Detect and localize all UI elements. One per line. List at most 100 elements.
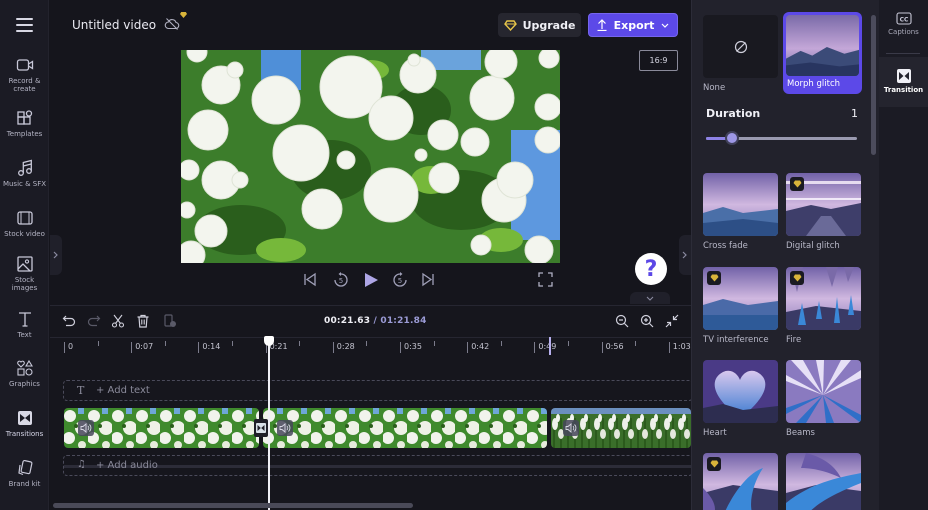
ruler-minor-tick <box>366 341 368 346</box>
sidebar-item-stock-images[interactable]: Stock images <box>0 255 49 292</box>
speaker-icon <box>80 423 92 433</box>
timecode: 00:21.63 / 01:21.84 <box>324 316 427 326</box>
add-text-track[interactable]: T + Add text <box>63 380 693 401</box>
sidebar-item-graphics[interactable]: Graphics <box>0 359 49 388</box>
audio-waveform <box>64 465 692 468</box>
transition-name: Cross fade <box>703 241 748 251</box>
collapse-timeline-button[interactable] <box>630 292 670 304</box>
skip-to-start-icon[interactable] <box>303 272 318 287</box>
transition-tile-unnamed-8[interactable] <box>703 453 778 510</box>
zoom-out-icon[interactable] <box>615 314 629 328</box>
detach-audio-icon[interactable] <box>163 314 177 328</box>
project-title[interactable]: Untitled video <box>72 18 156 32</box>
duration-value: 1 <box>851 107 858 120</box>
brand-kit-icon <box>17 459 32 476</box>
timeline-horizontal-scrollbar[interactable] <box>53 503 413 508</box>
timeline-marker[interactable] <box>549 337 551 355</box>
add-audio-track[interactable]: ♫ + Add audio <box>63 455 693 476</box>
premium-gem-icon <box>180 12 187 18</box>
hamburger-icon[interactable] <box>16 18 33 32</box>
playhead-line[interactable] <box>268 337 270 510</box>
tab-transition[interactable]: Transition <box>879 57 928 107</box>
transition-tile-cross-fade[interactable]: Cross fade <box>703 173 778 251</box>
video-clip-1[interactable] <box>64 408 259 448</box>
ruler-minor-tick <box>232 341 233 346</box>
video-clip-2[interactable] <box>263 408 547 448</box>
transition-tile-fire[interactable]: Fire <box>786 267 861 345</box>
transition-tile-tv-interference[interactable]: TV interference <box>703 267 778 345</box>
text-icon: T <box>77 384 85 397</box>
clip-volume-button[interactable] <box>78 420 94 436</box>
delete-icon[interactable] <box>136 314 150 328</box>
playhead-handle[interactable] <box>264 336 274 346</box>
sidebar-item-brand-kit[interactable]: Brand kit <box>0 459 49 488</box>
ruler-tick-label: 0:35 <box>404 342 422 351</box>
ruler-tick-label: 0:14 <box>202 342 221 351</box>
preview-frame <box>181 50 560 263</box>
upgrade-button[interactable]: Upgrade <box>498 13 581 37</box>
transition-thumbnail <box>703 360 778 423</box>
cloud-off-icon[interactable] <box>164 16 180 32</box>
ruler-tick <box>198 342 200 353</box>
transition-marker[interactable] <box>254 419 268 437</box>
undo-icon[interactable] <box>62 314 76 328</box>
premium-badge <box>790 177 804 191</box>
clip-thumbnail <box>263 408 547 448</box>
diamond-icon <box>793 180 801 188</box>
panel-scrollbar[interactable] <box>871 15 876 155</box>
expand-left-panel-button[interactable] <box>50 235 62 275</box>
left-sidebar: Record & create Templates Music & SFX St… <box>0 0 49 510</box>
expand-right-panel-button[interactable] <box>679 235 691 275</box>
chevron-down-icon <box>646 296 654 301</box>
transition-name: Heart <box>703 428 727 438</box>
rewind-icon: 5 <box>334 272 348 287</box>
ruler-tick-label: 1:03 <box>672 342 691 351</box>
transition-tile-none[interactable]: None <box>703 15 778 93</box>
sidebar-item-record-create[interactable]: Record & create <box>0 56 49 93</box>
zoom-in-icon[interactable] <box>640 314 654 328</box>
transition-tile-heart[interactable]: Heart <box>703 360 778 438</box>
export-button[interactable]: Export <box>588 13 678 37</box>
chevron-right-icon <box>682 251 687 259</box>
fullscreen-icon[interactable] <box>538 272 553 287</box>
time-ruler[interactable]: 0 0:07 0:14 0:21 0:28 0:35 0:42 0:49 0:56 1:03 <box>50 337 704 355</box>
duration-slider[interactable] <box>706 131 857 145</box>
fit-timeline-icon[interactable] <box>665 314 679 328</box>
sidebar-item-text[interactable]: Text <box>0 310 49 339</box>
ruler-minor-tick <box>635 341 637 346</box>
clip-volume-button[interactable] <box>563 420 579 436</box>
premium-badge <box>707 457 721 471</box>
scissors-icon[interactable] <box>111 314 125 328</box>
rewind-5-button[interactable]: 5 <box>332 271 350 289</box>
redo-icon[interactable] <box>87 314 101 328</box>
ruler-minor-tick <box>568 341 569 346</box>
text-icon <box>18 312 31 327</box>
forward-icon: 5 <box>393 272 407 287</box>
ruler-tick <box>601 342 603 353</box>
forward-5-button[interactable]: 5 <box>391 271 409 289</box>
sidebar-item-transitions[interactable]: Transitions <box>0 409 49 438</box>
video-preview[interactable] <box>181 50 560 263</box>
sidebar-item-stock-video[interactable]: Stock video <box>0 209 49 238</box>
rewind-seconds: 5 <box>339 277 343 285</box>
clip-volume-button[interactable] <box>277 420 293 436</box>
sidebar-item-templates[interactable]: Templates <box>0 109 49 138</box>
help-button[interactable]: ? <box>635 253 667 285</box>
aspect-ratio-button[interactable]: 16:9 <box>639 50 678 71</box>
transition-tile-beams[interactable]: Beams <box>786 360 861 438</box>
no-transition-icon <box>734 40 747 53</box>
sidebar-item-music-sfx[interactable]: Music & SFX <box>0 159 49 188</box>
duration-slider-thumb[interactable] <box>724 131 739 145</box>
skip-to-end-icon[interactable] <box>420 272 435 287</box>
play-icon[interactable] <box>362 271 380 289</box>
transition-tile-digital-glitch[interactable]: Digital glitch <box>786 173 861 251</box>
transition-tile-morph-glitch[interactable]: Morph glitch <box>783 12 862 94</box>
ruler-tick-label: 0 <box>68 342 74 351</box>
transition-thumbnail <box>703 173 778 236</box>
video-clip-3[interactable] <box>551 408 691 448</box>
tab-captions[interactable]: CC Captions <box>879 12 928 54</box>
transition-tile-unnamed-9[interactable] <box>786 453 861 510</box>
ruler-tick-label: 0:07 <box>135 342 154 351</box>
templates-icon <box>16 110 32 125</box>
ruler-tick-label: 0:56 <box>605 342 624 351</box>
